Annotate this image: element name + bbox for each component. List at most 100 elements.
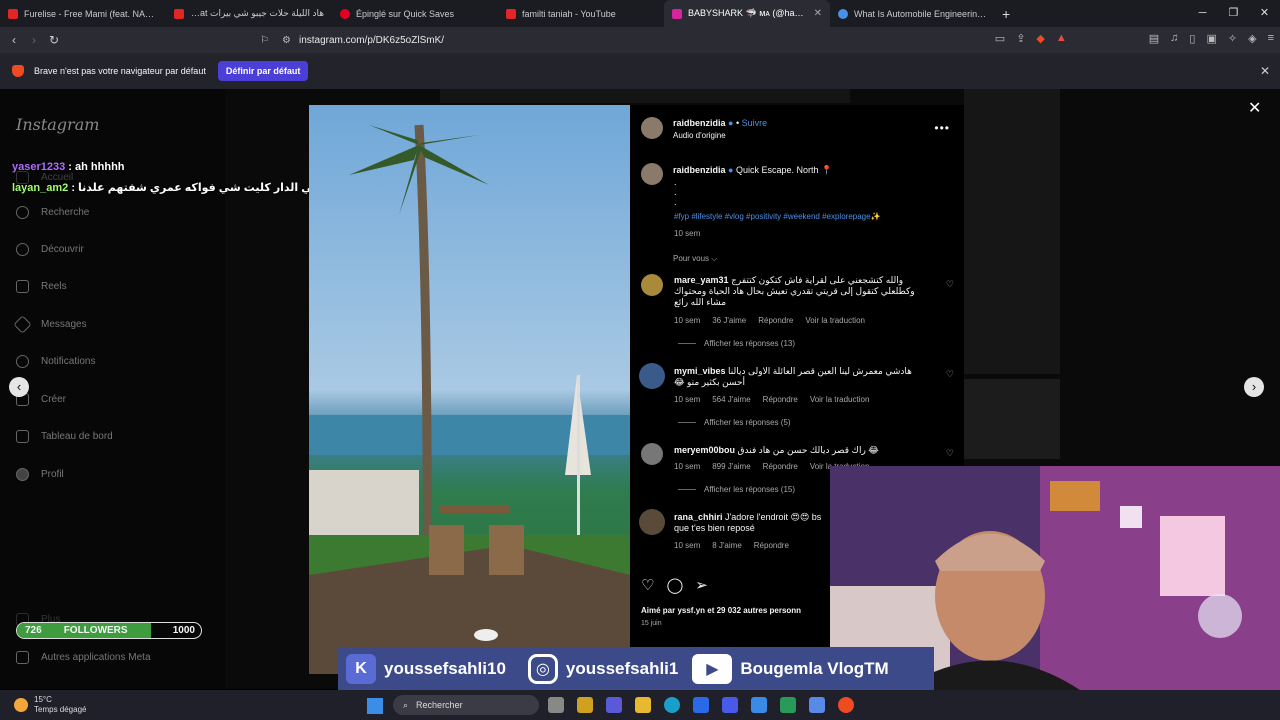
url-field[interactable]: ⚐ ⚙ instagram.com/p/DK6z5oZlSmK/	[260, 32, 1000, 49]
sidebar-item-notifications[interactable]: Notifications	[16, 355, 95, 368]
close-infobar-icon[interactable]: ✕	[1260, 64, 1270, 78]
task-view-icon[interactable]	[548, 697, 564, 713]
brave-browser-icon[interactable]	[838, 697, 854, 713]
author-avatar[interactable]	[641, 163, 663, 185]
dropbox-icon[interactable]	[693, 697, 709, 713]
next-post-button[interactable]: ›	[1244, 377, 1264, 397]
close-window-icon[interactable]: ✕	[1249, 0, 1280, 27]
browser-toolbar: ▭ ⇪ ◆ ▲ ▤ ♫ ▯ ▣ ✧ ◈ ≡	[995, 32, 1274, 45]
sidebar-item-profil[interactable]: Profil	[16, 468, 64, 481]
like-icon[interactable]: ♡	[641, 576, 654, 594]
reload-icon[interactable]: ↻	[44, 33, 64, 47]
follow-button[interactable]: Suivre	[742, 118, 768, 128]
author-avatar[interactable]	[641, 117, 663, 139]
cast-icon[interactable]: ▭	[995, 32, 1005, 45]
sidebar-item-tableau-de-bord[interactable]: Tableau de bord	[16, 430, 113, 443]
hashtags[interactable]: #fyp #lifestyle #vlog #positivity #weeke…	[674, 212, 881, 221]
weather-sun-icon	[14, 698, 28, 712]
reply-button[interactable]: Répondre	[754, 541, 789, 550]
verified-badge-icon: ●	[728, 165, 734, 175]
sidebar-item-decouvrir[interactable]: Découvrir	[16, 243, 84, 256]
address-bar: ‹ › ↻ ⚐ ⚙ instagram.com/p/DK6z5oZlSmK/ ▭…	[0, 27, 1280, 53]
comment-avatar[interactable]	[641, 443, 663, 465]
browser-tab[interactable]: Furelise - Free Mami (feat. NAB FAKE	[0, 0, 166, 27]
show-replies-button[interactable]: Afficher les réponses (5)	[678, 418, 791, 427]
liked-by[interactable]: Aimé par yssf.yn et 29 032 autres person…	[641, 606, 801, 615]
share-icon[interactable]: ⇪	[1016, 32, 1025, 45]
audio-label[interactable]: Audio d'origine	[673, 131, 726, 140]
comment-avatar[interactable]	[639, 363, 665, 389]
store-icon[interactable]	[751, 697, 767, 713]
comment-like-icon[interactable]: ♡	[946, 448, 954, 459]
browser-tab[interactable]: هاد الليلة حلات جيبو شي بيرات bo birat	[166, 0, 332, 27]
author-username[interactable]: raidbenzidia	[673, 118, 726, 128]
reply-button[interactable]: Répondre	[758, 316, 793, 325]
site-info-icon[interactable]: ⚙	[282, 35, 291, 46]
new-tab-icon[interactable]: +	[996, 6, 1016, 22]
browser-tab[interactable]: What Is Automobile Engineering? | In	[830, 0, 996, 27]
post-top-preview	[440, 89, 850, 103]
media-icon[interactable]: ♫	[1170, 32, 1178, 45]
youtube-icon: ▶	[692, 654, 733, 684]
rewards-icon[interactable]: ▲	[1056, 32, 1067, 45]
dashboard-icon	[16, 430, 29, 443]
compass-icon	[16, 243, 29, 256]
reply-button[interactable]: Répondre	[763, 462, 798, 471]
leo-icon[interactable]: ✧	[1228, 32, 1237, 45]
sidebar-item-messages[interactable]: Messages	[13, 315, 87, 334]
comment-like-icon[interactable]: ♡	[946, 369, 954, 380]
comment: meryem00bou 😂 راك قصر ديالك حسن من هاد ف…	[674, 445, 879, 455]
app-icon[interactable]	[577, 697, 593, 713]
teams-icon[interactable]	[606, 697, 622, 713]
app-icon[interactable]	[722, 697, 738, 713]
browser-tab[interactable]: familti taniah - YouTube	[498, 0, 664, 27]
caption: raidbenzidia ● Quick Escape. North 📍	[673, 165, 833, 175]
back-icon[interactable]: ‹	[4, 33, 24, 47]
sidebar-item-recherche[interactable]: Recherche	[16, 206, 89, 219]
post-actions: ♡ ◯ ➢	[641, 576, 708, 594]
file-explorer-icon[interactable]	[635, 697, 651, 713]
show-replies-button[interactable]: Afficher les réponses (13)	[678, 339, 795, 348]
browser-tab[interactable]: Épinglé sur Quick Saves	[332, 0, 498, 27]
weather-widget[interactable]: 15°C Temps dégagé	[14, 695, 86, 715]
comment-icon[interactable]: ◯	[666, 576, 683, 594]
app-icon[interactable]	[780, 697, 796, 713]
menu-icon[interactable]: ≡	[1268, 32, 1274, 45]
comment-like-icon[interactable]: ♡	[946, 279, 954, 290]
browser-tab-active[interactable]: BABYSHARK 🦈 ᴍᴀ (@hanaebel✕	[664, 0, 830, 27]
edge-icon[interactable]	[664, 697, 680, 713]
windows-start-icon[interactable]	[367, 698, 383, 714]
brave-logo-icon	[12, 65, 24, 77]
vpn-icon[interactable]: ◈	[1248, 32, 1256, 45]
app-icon[interactable]	[809, 697, 825, 713]
comment-avatar[interactable]	[641, 274, 663, 296]
minimize-icon[interactable]: ─	[1187, 0, 1218, 27]
next-post-preview[interactable]	[964, 379, 1060, 459]
share-icon[interactable]: ➢	[695, 576, 708, 594]
more-options-icon[interactable]: •••	[934, 121, 950, 135]
post-image[interactable]	[309, 105, 630, 674]
translate-button[interactable]: Voir la traduction	[805, 316, 865, 325]
maximize-icon[interactable]: ❐	[1218, 0, 1249, 27]
close-modal-icon[interactable]: ✕	[1248, 98, 1261, 118]
show-replies-button[interactable]: Afficher les réponses (15)	[678, 485, 795, 494]
previous-post-button[interactable]: ‹	[9, 377, 29, 397]
close-tab-icon[interactable]: ✕	[814, 8, 822, 19]
instagram-logo[interactable]: Instagram	[16, 115, 99, 134]
sidebar-item-meta-apps[interactable]: Autres applications Meta	[16, 651, 151, 664]
wallet-icon[interactable]: ▣	[1206, 32, 1216, 45]
brave-shield-icon[interactable]: ◆	[1036, 32, 1044, 45]
next-post-preview[interactable]	[964, 89, 1060, 374]
reply-button[interactable]: Répondre	[763, 395, 798, 404]
pour-vous-dropdown[interactable]: Pour vous ⌵	[673, 254, 717, 264]
translate-button[interactable]: Voir la traduction	[810, 395, 870, 404]
sidebar-toggle-icon[interactable]: ▤	[1149, 32, 1159, 45]
comment-avatar[interactable]	[639, 509, 665, 535]
reader-icon[interactable]: ▯	[1189, 32, 1195, 45]
bookmark-icon[interactable]: ⚐	[260, 35, 269, 46]
forward-icon[interactable]: ›	[24, 33, 44, 47]
set-default-button[interactable]: Définir par défaut	[217, 61, 309, 81]
post-time: 10 sem	[674, 229, 701, 238]
taskbar-search[interactable]: ⌕ Rechercher	[393, 695, 539, 715]
sidebar-item-reels[interactable]: Reels	[16, 280, 67, 293]
